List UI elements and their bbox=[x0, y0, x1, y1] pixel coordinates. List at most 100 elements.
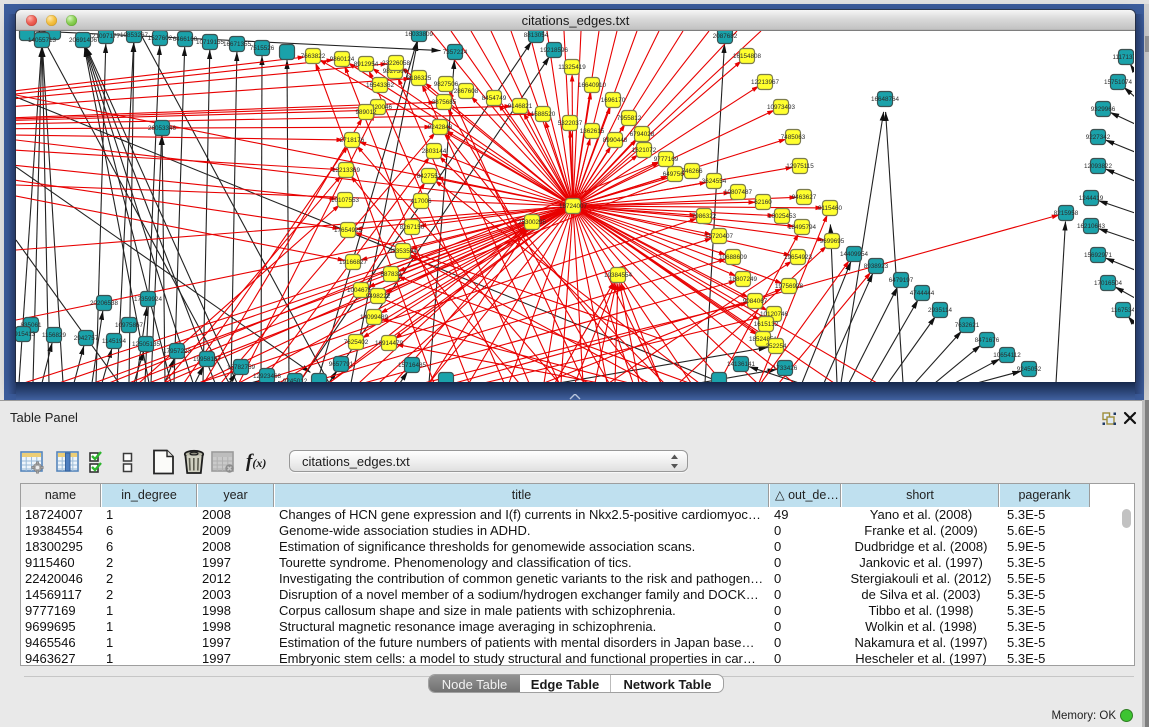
svg-text:19166827: 19166827 bbox=[339, 259, 368, 266]
svg-text:2942757: 2942757 bbox=[74, 335, 99, 342]
svg-text:16154808: 16154808 bbox=[733, 53, 762, 60]
svg-text:12213369: 12213369 bbox=[332, 167, 361, 174]
svg-text:17016504: 17016504 bbox=[1094, 280, 1123, 287]
svg-text:9084067: 9084067 bbox=[743, 298, 768, 305]
svg-text:10975867: 10975867 bbox=[115, 322, 144, 329]
svg-text:8813054: 8813054 bbox=[524, 32, 549, 39]
svg-text:7357224: 7357224 bbox=[443, 49, 468, 56]
svg-text:16671355: 16671355 bbox=[223, 41, 252, 48]
svg-text:16914479: 16914479 bbox=[375, 340, 404, 347]
svg-text:1156829: 1156829 bbox=[42, 332, 67, 339]
svg-text:16210643: 16210643 bbox=[1077, 223, 1106, 230]
svg-text:14055713: 14055713 bbox=[28, 37, 57, 44]
svg-text:8471676: 8471676 bbox=[975, 337, 1000, 344]
svg-text:17359924: 17359924 bbox=[134, 296, 163, 303]
svg-text:9242848: 9242848 bbox=[428, 124, 453, 131]
svg-text:6466160: 6466160 bbox=[173, 36, 198, 43]
svg-text:10853267: 10853267 bbox=[120, 32, 149, 39]
svg-text:16543362: 16543362 bbox=[366, 82, 395, 89]
svg-text:3875685: 3875685 bbox=[432, 99, 457, 106]
svg-text:12505135: 12505135 bbox=[132, 341, 161, 348]
svg-text:1244419: 1244419 bbox=[1079, 195, 1104, 202]
svg-text:1362615: 1362615 bbox=[580, 128, 605, 135]
svg-text:17654925: 17654925 bbox=[334, 227, 363, 234]
svg-text:8427552: 8427552 bbox=[417, 173, 442, 180]
svg-text:11325419: 11325419 bbox=[558, 64, 586, 71]
svg-text:12975115: 12975115 bbox=[786, 163, 814, 170]
svg-text:9699695: 9699695 bbox=[820, 238, 845, 245]
svg-text:9860124: 9860124 bbox=[330, 56, 355, 63]
svg-text:252254: 252254 bbox=[765, 343, 787, 350]
svg-text:12093822: 12093822 bbox=[1084, 163, 1113, 170]
svg-text:8912954: 8912954 bbox=[354, 61, 379, 68]
svg-text:18807249: 18807249 bbox=[729, 276, 758, 283]
svg-text:2087682: 2087682 bbox=[713, 33, 738, 40]
svg-text:7485063: 7485063 bbox=[781, 134, 806, 141]
svg-text:14409954: 14409954 bbox=[840, 251, 869, 258]
svg-text:11353594: 11353594 bbox=[389, 248, 417, 255]
svg-text:9227342: 9227342 bbox=[1086, 134, 1111, 141]
svg-text:9245052: 9245052 bbox=[1017, 366, 1042, 373]
svg-text:16640910: 16640910 bbox=[578, 82, 607, 89]
svg-text:25300295: 25300295 bbox=[518, 219, 547, 226]
svg-text:7986322: 7986322 bbox=[692, 213, 717, 220]
svg-text:12213967: 12213967 bbox=[751, 79, 780, 86]
svg-text:2867608: 2867608 bbox=[454, 88, 479, 95]
svg-text:8215958: 8215958 bbox=[1054, 210, 1079, 217]
svg-text:19384554: 19384554 bbox=[604, 272, 633, 279]
svg-text:11171375: 11171375 bbox=[1112, 54, 1134, 61]
svg-text:7515526: 7515526 bbox=[250, 45, 275, 52]
svg-text:19654923: 19654923 bbox=[784, 254, 813, 261]
svg-text:1167534: 1167534 bbox=[1111, 307, 1134, 314]
svg-text:1733426: 1733426 bbox=[773, 365, 798, 372]
svg-text:3915413: 3915413 bbox=[16, 331, 36, 338]
svg-text:7625402: 7625402 bbox=[344, 339, 369, 346]
svg-text:5322037: 5322037 bbox=[558, 120, 583, 127]
svg-text:16648764: 16648764 bbox=[871, 96, 900, 103]
svg-text:16782759: 16782759 bbox=[227, 364, 256, 371]
svg-text:10688609: 10688609 bbox=[719, 254, 748, 261]
svg-text:7955812: 7955812 bbox=[617, 115, 642, 122]
svg-text:12923468: 12923468 bbox=[253, 373, 282, 380]
svg-text:8938923: 8938923 bbox=[864, 263, 889, 270]
svg-text:26053346: 26053346 bbox=[148, 125, 177, 132]
svg-text:2718176: 2718176 bbox=[340, 137, 365, 144]
svg-text:1527602: 1527602 bbox=[148, 35, 173, 42]
svg-text:23226058: 23226058 bbox=[382, 60, 411, 67]
svg-text:1615132: 1615132 bbox=[754, 321, 779, 328]
svg-text:10973493: 10973493 bbox=[767, 104, 796, 111]
svg-text:9463627: 9463627 bbox=[792, 194, 817, 201]
svg-text:887833: 887833 bbox=[380, 271, 402, 278]
svg-text:6794028: 6794028 bbox=[630, 131, 655, 138]
svg-text:4744444: 4744444 bbox=[910, 290, 935, 297]
svg-text:19756928: 19756928 bbox=[775, 283, 804, 290]
svg-text:17957223: 17957223 bbox=[163, 348, 192, 355]
svg-text:10807487: 10807487 bbox=[724, 189, 753, 196]
svg-text:10654112: 10654112 bbox=[993, 352, 1021, 359]
svg-text:10107553: 10107553 bbox=[331, 197, 360, 204]
svg-text:8454749: 8454749 bbox=[482, 95, 507, 102]
svg-text:9498222: 9498222 bbox=[366, 293, 391, 300]
svg-text:9115460: 9115460 bbox=[818, 205, 843, 212]
svg-text:10719155: 10719155 bbox=[196, 39, 225, 46]
svg-text:7663822: 7663822 bbox=[301, 53, 326, 60]
svg-text:21097177: 21097177 bbox=[92, 33, 121, 40]
svg-text:6479197: 6479197 bbox=[889, 277, 914, 284]
svg-text:9827506: 9827506 bbox=[434, 81, 459, 88]
svg-text:1588520: 1588520 bbox=[531, 111, 556, 118]
svg-text:15720407: 15720407 bbox=[705, 233, 734, 240]
svg-text:62160: 62160 bbox=[754, 199, 772, 206]
svg-text:9329966: 9329966 bbox=[1091, 106, 1116, 113]
svg-text:9777169: 9777169 bbox=[654, 156, 679, 163]
svg-text:14099489: 14099489 bbox=[360, 314, 389, 321]
svg-text:1696170: 1696170 bbox=[601, 97, 626, 104]
svg-text:7632621: 7632621 bbox=[955, 322, 980, 329]
svg-text:14136141: 14136141 bbox=[727, 361, 756, 368]
svg-text:10025453: 10025453 bbox=[768, 213, 797, 220]
svg-text:8186325: 8186325 bbox=[407, 75, 432, 82]
svg-text:746266: 746266 bbox=[681, 168, 703, 175]
svg-text:1145194: 1145194 bbox=[102, 338, 127, 345]
svg-text:8990448: 8990448 bbox=[603, 137, 628, 144]
svg-text:2935114: 2935114 bbox=[928, 307, 953, 314]
svg-text:1621072: 1621072 bbox=[632, 147, 657, 154]
